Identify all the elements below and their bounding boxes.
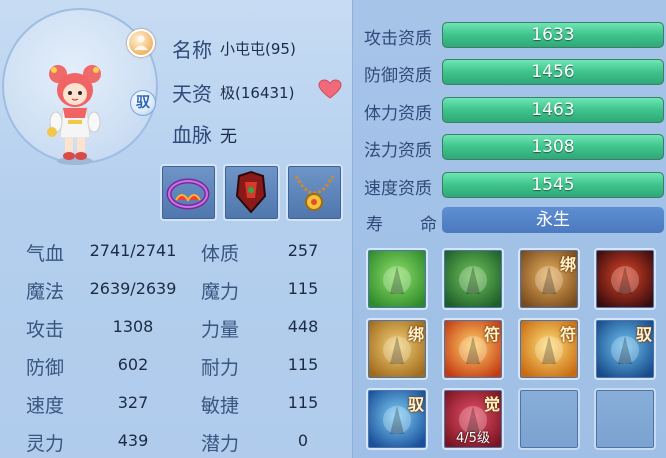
equip-slot-armor[interactable] <box>223 164 280 221</box>
buddha-badge-icon[interactable] <box>127 29 155 57</box>
stat-value-left: 2741/2741 <box>89 241 177 260</box>
name-label: 名称 <box>172 38 212 62</box>
talent-label: 天资 <box>172 82 212 106</box>
name-value: 小屯屯(95) <box>220 40 296 58</box>
equip-slot-ring[interactable] <box>160 164 217 221</box>
stat-label-left: 速度 <box>26 395 65 417</box>
life-value: 永生 <box>442 207 664 233</box>
stat-label-right: 体质 <box>201 243 240 265</box>
aptitude-bar: 1633 <box>442 22 664 48</box>
stat-value-right: 115 <box>287 393 319 412</box>
aptitude-bar: 1545 <box>442 172 664 198</box>
skill-tag: 绑 <box>407 325 424 344</box>
stat-value-right: 448 <box>287 317 319 336</box>
ride-badge-icon[interactable]: 驭 <box>130 90 156 116</box>
aptitude-bar: 1463 <box>442 97 664 123</box>
talent-value: 极(16431) <box>220 84 295 102</box>
skill-slot[interactable]: 符 <box>442 318 504 380</box>
aptitude-value: 1456 <box>531 62 575 82</box>
skill-slot[interactable]: 绑 <box>366 318 428 380</box>
stat-label-right: 耐力 <box>201 357 240 379</box>
stat-value-right: 115 <box>287 355 319 374</box>
stat-label-left: 灵力 <box>26 433 65 455</box>
stat-value-right: 115 <box>287 279 319 298</box>
skill-slot[interactable]: 驭 <box>366 388 428 450</box>
skill-icon <box>611 266 639 294</box>
stat-value-right: 257 <box>287 241 319 260</box>
aptitude-value: 1545 <box>531 175 575 195</box>
skill-level: 4/5级 <box>456 431 490 446</box>
equip-slot-necklace[interactable] <box>286 164 343 221</box>
stat-label-right: 魔力 <box>201 281 240 303</box>
stat-value-left: 602 <box>117 355 149 374</box>
stat-value-left: 327 <box>117 393 149 412</box>
skill-slot[interactable] <box>442 248 504 310</box>
aptitude-label: 防御资质 <box>364 66 432 86</box>
skill-tag: 觉 <box>483 395 500 414</box>
heart-icon[interactable] <box>318 79 342 99</box>
aptitude-bar: 1456 <box>442 59 664 85</box>
skill-slot[interactable] <box>594 248 656 310</box>
skill-tag: 符 <box>483 325 500 344</box>
aptitude-value: 1633 <box>531 25 575 45</box>
stat-label-left: 魔法 <box>26 281 65 303</box>
life-label-1: 寿 <box>366 215 383 235</box>
stat-label-left: 攻击 <box>26 319 65 341</box>
skill-slot[interactable]: 符 <box>518 318 580 380</box>
skill-tag: 符 <box>559 325 576 344</box>
skill-icon <box>459 266 487 294</box>
stat-label-left: 防御 <box>26 357 65 379</box>
stat-label-left: 气血 <box>26 243 65 265</box>
skill-slot[interactable]: 觉 4/5级 <box>442 388 504 450</box>
skill-slot[interactable]: 绑 <box>518 248 580 310</box>
skill-tag: 驭 <box>407 395 424 414</box>
aptitude-value: 1308 <box>531 137 575 157</box>
necklace-icon <box>294 175 335 211</box>
bloodline-label: 血脉 <box>172 123 212 147</box>
stat-value-left: 439 <box>117 431 149 450</box>
aptitude-label: 法力资质 <box>364 141 432 161</box>
skill-slot[interactable]: 驭 <box>594 318 656 380</box>
empty-skill-slot[interactable] <box>594 388 656 450</box>
life-label-2: 命 <box>420 215 437 235</box>
empty-skill-slot[interactable] <box>518 388 580 450</box>
skill-slot[interactable] <box>366 248 428 310</box>
armor-icon <box>235 170 267 214</box>
stat-label-right: 敏捷 <box>201 395 240 417</box>
aptitude-label: 体力资质 <box>364 104 432 124</box>
aptitude-label: 速度资质 <box>364 179 432 199</box>
pet-avatar[interactable] <box>40 58 110 166</box>
stat-label-right: 潜力 <box>201 433 240 455</box>
stat-value-right: 0 <box>297 431 309 450</box>
stat-value-left: 1308 <box>112 317 154 336</box>
aptitude-bar: 1308 <box>442 134 664 160</box>
bloodline-value: 无 <box>220 127 237 147</box>
ring-icon <box>166 178 210 210</box>
aptitude-value: 1463 <box>531 100 575 120</box>
aptitude-label: 攻击资质 <box>364 29 432 49</box>
stat-value-left: 2639/2639 <box>89 279 177 298</box>
skill-tag: 绑 <box>559 255 576 274</box>
skill-icon <box>383 266 411 294</box>
pet-info-panel: 驭 名称 小屯屯(95) 天资 极(16431) 血脉 无 气血 2741/274… <box>0 0 352 458</box>
skill-tag: 驭 <box>635 325 652 344</box>
stat-label-right: 力量 <box>201 319 240 341</box>
